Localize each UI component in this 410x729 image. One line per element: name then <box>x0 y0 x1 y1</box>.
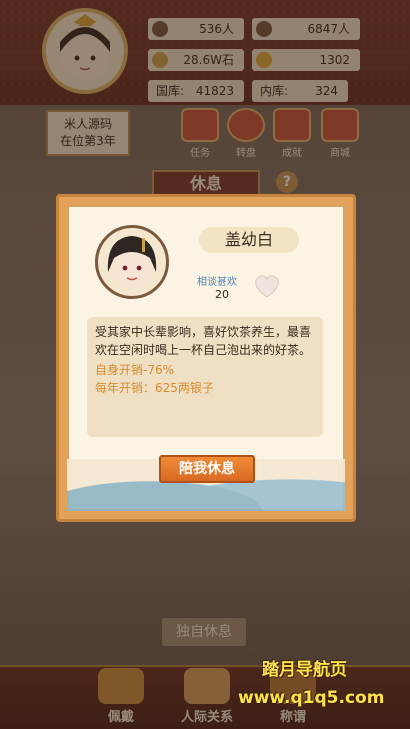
npc-description: 受其家中长辈影响，喜好饮茶养生，最喜欢在空闲时喝上一杯自己泡出来的好茶。 <box>95 325 312 357</box>
yearly-cost-text: 每年开销：625两银子 <box>95 381 214 395</box>
npc-avatar <box>95 225 169 299</box>
watermark-title: 踏月导航页 <box>262 660 347 680</box>
own-cost-text: 自身开销-76% <box>95 363 175 377</box>
heart-icon <box>251 269 283 301</box>
description-box: 受其家中长辈影响，喜好饮茶养生，最喜欢在空闲时喝上一杯自己泡出来的好茶。 自身开… <box>87 317 323 437</box>
rest-companion-dialog: 盖幼白 相谈甚欢 20 受其家中长辈影响，喜好饮茶养生，最喜欢在空闲时喝上一杯自… <box>56 194 356 522</box>
npc-name: 盖幼白 <box>199 227 299 253</box>
accompany-rest-button[interactable]: 陪我休息 <box>159 455 255 483</box>
watermark-url: www.q1q5.com <box>238 688 385 708</box>
favor-value: 20 <box>215 288 229 301</box>
favor-label: 相谈甚欢 <box>197 277 237 288</box>
